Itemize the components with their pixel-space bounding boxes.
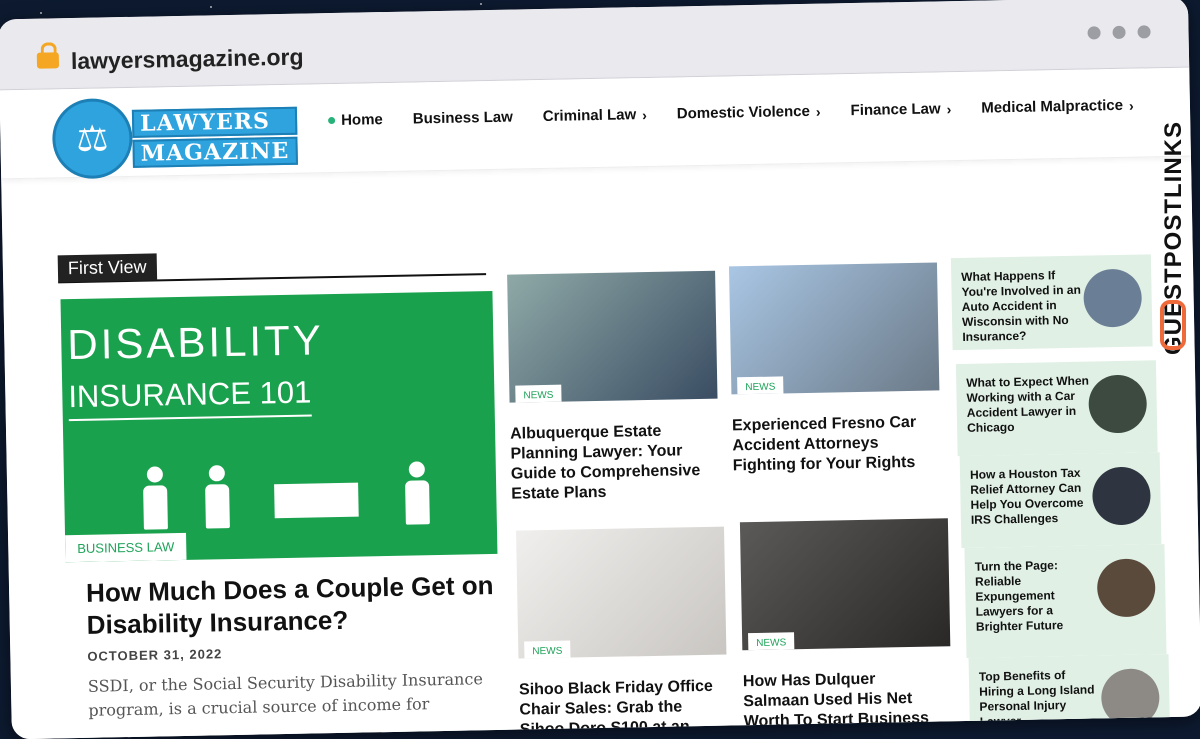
- article-tag[interactable]: NEWS: [748, 632, 795, 651]
- link-icon: [1160, 300, 1186, 350]
- nav-item-domestic-violence[interactable]: Domestic Violence ›: [677, 103, 821, 123]
- chevron-right-icon: ›: [815, 103, 821, 120]
- sidebar-item-title[interactable]: What to Expect When Working with a Car A…: [966, 374, 1091, 436]
- hero-excerpt: SSDI, or the Social Security Disability …: [87, 669, 483, 720]
- window-dot-icon[interactable]: [1087, 26, 1101, 40]
- window-dot-icon[interactable]: [1137, 25, 1151, 39]
- nav-item-home[interactable]: Home: [328, 111, 383, 129]
- article-tag[interactable]: NEWS: [737, 376, 784, 395]
- nav-label: Finance Law: [850, 100, 941, 120]
- nav-label: Medical Malpractice: [981, 96, 1124, 117]
- person-icon: [142, 466, 169, 530]
- article-tag[interactable]: NEWS: [515, 384, 562, 403]
- sidebar-item-title[interactable]: What Happens If You're Involved in an Au…: [961, 268, 1086, 345]
- window-controls: [1087, 25, 1151, 40]
- nav-label: Criminal Law: [542, 106, 637, 125]
- sidebar-item[interactable]: What to Expect When Working with a Car A…: [955, 360, 1158, 457]
- nav-label: Domestic Violence: [676, 102, 811, 123]
- article-image[interactable]: NEWS: [728, 262, 940, 395]
- hero-image-text: DISABILITY: [66, 316, 325, 369]
- sidebar-item[interactable]: Turn the Page: Reliable Expungement Lawy…: [964, 544, 1167, 658]
- lock-icon: [36, 52, 60, 69]
- sidebar-thumbnail[interactable]: [1083, 268, 1143, 328]
- logo-line-1: LAWYERS: [131, 106, 297, 138]
- nav-item-criminal-law[interactable]: Criminal Law ›: [543, 106, 647, 125]
- sidebar-item[interactable]: What Happens If You're Involved in an Au…: [950, 254, 1153, 351]
- hero-title[interactable]: How Much Does a Couple Get on Disability…: [86, 569, 507, 641]
- article-title[interactable]: How Has Dulquer Salmaan Used His Net Wor…: [743, 668, 952, 739]
- article-image[interactable]: NEWS: [507, 270, 718, 403]
- article-title[interactable]: Albuquerque Estate Planning Lawyer: Your…: [510, 421, 719, 505]
- sidebar-thumbnail[interactable]: [1088, 374, 1148, 434]
- browser-window: lawyersmagazine.org ⚖ LAWYERS MAGAZINE H…: [0, 0, 1200, 739]
- scales-of-justice-icon[interactable]: ⚖: [51, 97, 134, 180]
- nav-label: Home: [340, 111, 383, 129]
- sidebar-item[interactable]: How a Houston Tax Relief Attorney Can He…: [959, 452, 1162, 549]
- article-title[interactable]: Sihoo Black Friday Office Chair Sales: G…: [519, 677, 728, 739]
- site-logo[interactable]: LAWYERS MAGAZINE: [131, 106, 298, 170]
- desk-icon: [274, 482, 359, 519]
- article-image[interactable]: NEWS: [516, 526, 727, 659]
- article-card[interactable]: NEWS Sihoo Black Friday Office Chair Sal…: [516, 526, 728, 739]
- sidebar-thumbnail[interactable]: [1091, 466, 1152, 526]
- sidebar-thumbnail[interactable]: [1100, 668, 1160, 728]
- article-card[interactable]: NEWS How Has Dulquer Salmaan Used His Ne…: [739, 518, 952, 739]
- sidebar-item-title[interactable]: Top Benefits of Hiring a Long Island Per…: [979, 667, 1104, 729]
- hero-image[interactable]: DISABILITY INSURANCE 101 BUSINESS LAW: [60, 290, 498, 563]
- person-icon: [204, 465, 231, 529]
- nav-item-business-law[interactable]: Business Law: [413, 109, 513, 128]
- article-title[interactable]: Experienced Fresno Car Accident Attorney…: [732, 412, 941, 476]
- logo-line-2: MAGAZINE: [132, 136, 298, 168]
- sidebar-item[interactable]: Top Benefits of Hiring a Long Island Per…: [968, 654, 1171, 739]
- article-image[interactable]: NEWS: [739, 518, 951, 651]
- chevron-right-icon: ›: [1128, 97, 1134, 114]
- hero-date: OCTOBER 31, 2022: [87, 646, 223, 664]
- nav-label: Business Law: [412, 108, 513, 128]
- website: ⚖ LAWYERS MAGAZINE Home Business Law Cri…: [0, 67, 1200, 739]
- sidebar-item-title[interactable]: Turn the Page: Reliable Expungement Lawy…: [975, 557, 1100, 634]
- person-icon: [404, 461, 431, 525]
- sidebar-item-title[interactable]: How a Houston Tax Relief Attorney Can He…: [970, 465, 1095, 527]
- main-nav: Home Business Law Criminal Law › Domesti…: [328, 97, 1134, 129]
- chevron-right-icon: ›: [946, 100, 952, 117]
- hero-image-subtext: INSURANCE 101: [68, 374, 312, 422]
- active-dot-icon: [328, 116, 336, 125]
- chevron-right-icon: ›: [641, 106, 647, 123]
- article-card[interactable]: NEWS Albuquerque Estate Planning Lawyer:…: [507, 270, 719, 505]
- window-dot-icon[interactable]: [1112, 25, 1126, 40]
- address-bar[interactable]: lawyersmagazine.org: [71, 44, 304, 75]
- nav-item-medical-malpractice[interactable]: Medical Malpractice ›: [981, 97, 1134, 117]
- article-tag[interactable]: NEWS: [524, 640, 571, 659]
- section-heading: First View: [57, 247, 487, 284]
- nav-item-finance-law[interactable]: Finance Law ›: [850, 100, 951, 119]
- article-card[interactable]: NEWS Experienced Fresno Car Accident Att…: [728, 262, 941, 476]
- sidebar-thumbnail[interactable]: [1096, 558, 1156, 618]
- hero-category-link[interactable]: BUSINESS LAW: [65, 532, 187, 563]
- section-label: First View: [57, 253, 157, 283]
